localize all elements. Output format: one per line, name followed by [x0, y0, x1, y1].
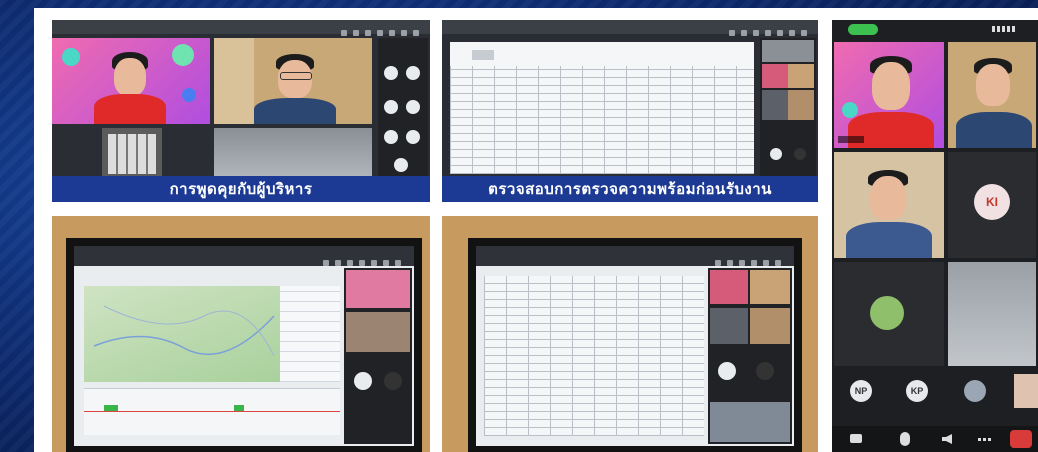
participant-avatar-np[interactable]: NP [850, 380, 872, 402]
participant-strip [344, 268, 412, 444]
video-tile-participant [834, 262, 944, 366]
video-tile-participant [762, 64, 788, 88]
video-tile-avatar: KI [948, 152, 1036, 258]
video-tile-participant [710, 270, 748, 304]
video-tile-participant [346, 270, 410, 308]
monitor-screen [476, 246, 794, 446]
video-tile-blurred [214, 128, 372, 182]
panel-spreadsheet-monitor [442, 216, 818, 452]
video-tile-participant [750, 308, 790, 344]
panel-phone-meeting: KI NP KP [832, 20, 1038, 452]
glasses [280, 72, 312, 80]
room-window [108, 134, 156, 174]
video-tile-participant [788, 64, 814, 88]
bubble-decoration [182, 88, 196, 102]
map-side-list [280, 286, 340, 382]
meeting-status-pill[interactable] [848, 24, 878, 35]
participant-avatar[interactable] [770, 148, 782, 160]
participant-avatar-photo[interactable] [870, 296, 904, 330]
collage-board: การพูดคุยกับผู้บริหาร ตรวจสอบการตรวจความ… [34, 8, 1038, 452]
bubble-decoration [842, 102, 858, 118]
video-tile-participant [762, 90, 788, 120]
participant-avatar[interactable] [384, 372, 402, 390]
participant-avatar[interactable] [394, 158, 408, 172]
panel-executive-meeting: การพูดคุยกับผู้บริหาร [52, 20, 430, 202]
participant-shirt [846, 222, 932, 258]
caption-document-review: ตรวจสอบการตรวจความพร้อมก่อนรับงาน [442, 176, 818, 202]
participant-avatar-kp[interactable]: KP [906, 380, 928, 402]
video-tile-participant [788, 90, 814, 120]
participant-avatar[interactable] [406, 66, 420, 80]
document-header [450, 42, 754, 66]
caption-executive-meeting: การพูดคุยกับผู้บริหาร [52, 176, 430, 202]
more-icon[interactable] [978, 438, 992, 441]
video-tile-blurred [948, 262, 1036, 366]
timeline-line [84, 411, 340, 412]
participant-face [976, 64, 1010, 106]
participant-avatar[interactable] [756, 362, 774, 380]
participant-face [872, 62, 910, 110]
phone-controls-bar [832, 426, 1038, 452]
participant-avatar-ki[interactable]: KI [974, 184, 1010, 220]
participant-avatar[interactable] [718, 362, 736, 380]
panel-map-monitor [52, 216, 430, 452]
video-tile-guest [948, 42, 1036, 148]
map-view [84, 286, 280, 382]
signal-icon [992, 26, 1016, 32]
participant-avatar[interactable] [794, 148, 806, 160]
participant-avatar[interactable] [384, 66, 398, 80]
curtain [214, 38, 254, 124]
participant-strip [760, 38, 816, 184]
shared-spreadsheet [484, 276, 704, 436]
video-tile-host [52, 38, 210, 124]
participant-strip [708, 268, 792, 444]
bubble-decoration [62, 48, 80, 66]
video-tile-participant [710, 308, 748, 344]
participant-avatar[interactable] [406, 130, 420, 144]
participant-shirt [94, 94, 166, 124]
participant-avatar[interactable] [354, 372, 372, 390]
bubble-decoration [172, 44, 194, 66]
video-tile-participant [750, 270, 790, 304]
participant-avatar-photo[interactable] [964, 380, 986, 402]
map-route-lines [93, 305, 275, 357]
microphone-icon[interactable] [900, 432, 910, 446]
phone-status-bar [832, 20, 1038, 38]
timeline-chart [84, 388, 340, 435]
video-tile-room [102, 128, 162, 182]
participant-row: NP KP [832, 372, 1038, 418]
end-call-button[interactable] [1010, 430, 1032, 448]
participant-avatar[interactable] [406, 100, 420, 114]
video-tile-participant [834, 152, 944, 258]
monitor-screen [74, 246, 414, 446]
video-tile-host [834, 42, 944, 148]
video-tile-participant [1014, 374, 1038, 408]
participant-shirt [956, 112, 1032, 148]
speaker-icon[interactable] [942, 434, 952, 444]
video-tile-participant [346, 312, 410, 352]
participant-face [114, 58, 146, 96]
camera-icon[interactable] [850, 434, 862, 443]
tile-name-label [838, 136, 864, 143]
shared-document [450, 42, 754, 174]
participant-avatar[interactable] [384, 130, 398, 144]
video-tile-guest [214, 38, 372, 124]
participant-face [870, 176, 906, 220]
participant-strip [378, 38, 428, 184]
document-logo [472, 50, 494, 60]
video-tile-participant [710, 402, 790, 442]
participant-avatar[interactable] [384, 100, 398, 114]
video-tile-participant [762, 40, 814, 62]
panel-document-review: ตรวจสอบการตรวจความพร้อมก่อนรับงาน [442, 20, 818, 202]
participant-shirt [254, 98, 336, 124]
